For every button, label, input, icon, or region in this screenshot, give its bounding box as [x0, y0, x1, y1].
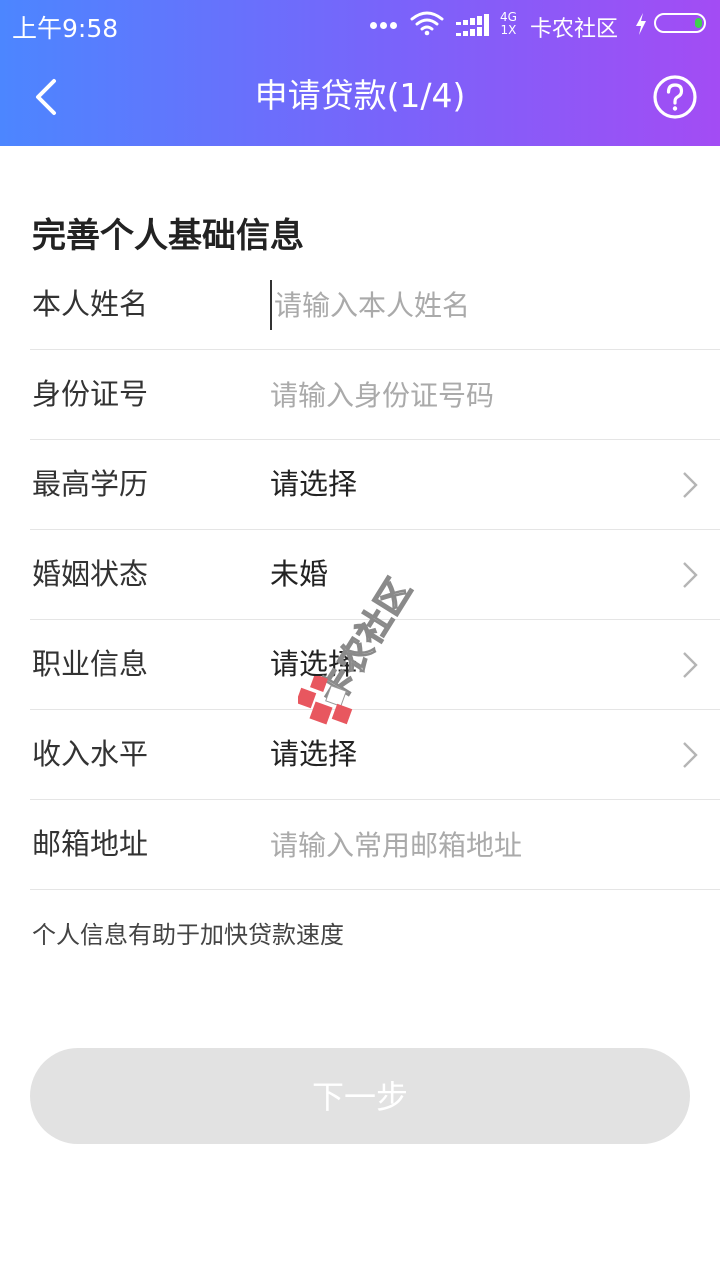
carrier-name: 卡农社区 [530, 17, 619, 42]
section-title: 完善个人基础信息 [32, 216, 304, 256]
network-1x: 1X [500, 23, 517, 37]
id-number-input[interactable] [270, 370, 690, 420]
charging-icon [636, 13, 646, 35]
name-label: 本人姓名 [32, 287, 149, 321]
occupation-label: 职业信息 [32, 647, 149, 681]
form-row-email: 邮箱地址 [30, 800, 720, 890]
watermark: 卡农社区 [298, 540, 438, 730]
next-step-button[interactable]: 下一步 [30, 1048, 690, 1144]
network-4g: 4G [500, 10, 517, 24]
watermark-logo-icon [298, 676, 353, 725]
page-title: 申请贷款(1/4) [254, 76, 466, 115]
education-label: 最高学历 [32, 467, 149, 501]
email-label: 邮箱地址 [32, 827, 149, 861]
signal-icon [456, 14, 489, 36]
chevron-right-icon [683, 652, 698, 678]
battery-icon [654, 13, 706, 33]
battery-level [695, 18, 702, 28]
chevron-right-icon [683, 562, 698, 588]
network-type: 4G 1X [500, 11, 517, 37]
question-circle-icon[interactable] [652, 74, 698, 120]
form-row-id-number: 身份证号 [30, 350, 720, 440]
status-bar: 上午9:58 4G 1X 卡农社区 [0, 0, 720, 50]
form-row-name: 本人姓名 [30, 260, 720, 350]
name-input[interactable] [270, 280, 694, 330]
chevron-right-icon [683, 472, 698, 498]
email-input[interactable] [270, 820, 690, 870]
income-label: 收入水平 [32, 737, 149, 771]
id-number-label: 身份证号 [32, 377, 149, 411]
wifi-icon [410, 11, 444, 36]
info-hint: 个人信息有助于加快贷款速度 [32, 921, 344, 949]
status-time: 上午9:58 [12, 14, 119, 43]
nav-bar: 申请贷款(1/4) [0, 50, 720, 146]
more-dots-icon [370, 22, 398, 30]
education-value: 请选择 [270, 467, 358, 501]
chevron-right-icon [683, 742, 698, 768]
marital-label: 婚姻状态 [32, 557, 149, 591]
form-row-education[interactable]: 最高学历 请选择 [30, 440, 720, 530]
header-bar: 上午9:58 4G 1X 卡农社区 申请贷款(1/4) [0, 0, 720, 146]
